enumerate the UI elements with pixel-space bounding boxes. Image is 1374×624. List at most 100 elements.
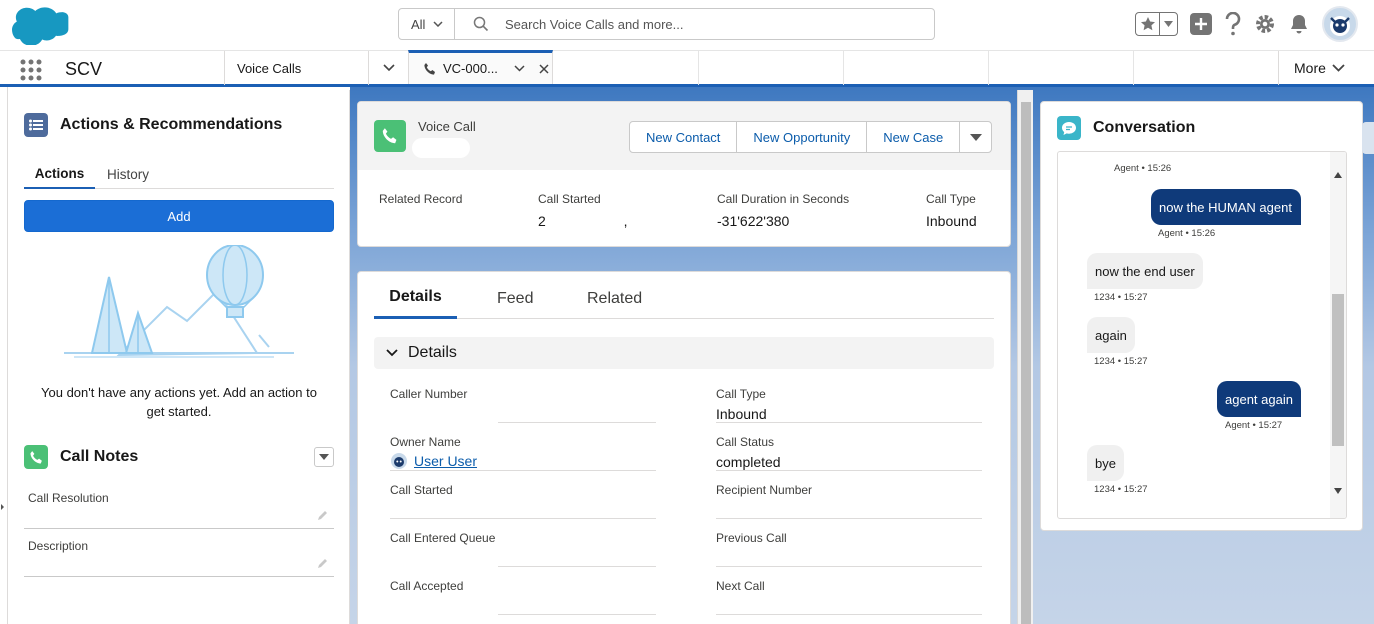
message-meta: 1234 • 15:27 xyxy=(1094,484,1148,495)
message-user: again xyxy=(1087,317,1135,353)
message-user: now the end user xyxy=(1087,253,1203,289)
more-tabs-button[interactable]: More xyxy=(1278,51,1374,85)
star-icon[interactable] xyxy=(1136,13,1160,35)
add-icon[interactable] xyxy=(1190,13,1212,35)
field-label: Call Status xyxy=(716,435,775,449)
field-label: Next Call xyxy=(716,579,765,593)
tab-voice-calls-menu[interactable] xyxy=(368,51,408,85)
chevron-down-icon[interactable] xyxy=(514,65,525,72)
salesforce-logo-icon[interactable] xyxy=(12,5,70,45)
search-icon xyxy=(473,16,489,32)
search-input[interactable] xyxy=(505,16,885,32)
call-notes-header: Call Notes xyxy=(24,445,334,469)
field-call-status: Call Status completed xyxy=(716,423,986,471)
scrollbar-thumb[interactable] xyxy=(1021,102,1031,624)
chevron-down-icon[interactable] xyxy=(1160,13,1177,35)
avatar[interactable] xyxy=(1322,6,1358,42)
tab-active-label: VC-000... xyxy=(443,61,498,76)
close-icon[interactable] xyxy=(539,63,549,74)
highlight-value: Inbound xyxy=(926,213,977,229)
user-avatar-icon xyxy=(391,453,407,469)
field-label: Owner Name xyxy=(390,435,461,449)
scroll-down-icon[interactable] xyxy=(1334,488,1342,494)
conversation-transcript[interactable]: Agent • 15:26 now the HUMAN agent Agent … xyxy=(1057,151,1347,519)
tab-related[interactable]: Related xyxy=(587,278,642,319)
message-agent: agent again xyxy=(1217,381,1301,417)
more-actions-button[interactable] xyxy=(960,122,991,152)
details-section-header[interactable]: Details xyxy=(374,337,994,369)
field-divider xyxy=(716,614,982,615)
record-details-card: Details Feed Related Details Caller Numb… xyxy=(357,271,1011,624)
field-value: completed xyxy=(716,454,781,470)
global-header: All xyxy=(0,0,1374,50)
app-launcher-icon[interactable] xyxy=(20,59,42,81)
astro-avatar-icon xyxy=(1330,16,1350,36)
add-action-button[interactable]: Add xyxy=(24,200,334,232)
highlight-call-duration: Call Duration in Seconds -31'622'380 xyxy=(717,192,849,231)
owner-link[interactable]: User User xyxy=(390,452,477,470)
field-call-started: Call Started xyxy=(390,471,660,519)
message-meta: Agent • 15:26 xyxy=(1114,163,1172,174)
description-label: Description xyxy=(28,539,89,553)
new-case-button[interactable]: New Case xyxy=(867,122,961,152)
actions-recommendations-icon xyxy=(24,113,48,137)
highlight-label: Related Record xyxy=(379,192,463,206)
transcript-scrollbar[interactable] xyxy=(1330,152,1346,518)
field-label: Previous Call xyxy=(716,531,787,545)
new-opportunity-button[interactable]: New Opportunity xyxy=(737,122,868,152)
scrollbar-thumb[interactable] xyxy=(1332,294,1344,446)
field-next-call: Next Call xyxy=(716,567,986,615)
call-resolution-field[interactable]: Call Resolution xyxy=(24,485,334,529)
new-contact-button[interactable]: New Contact xyxy=(630,122,738,152)
field-caller-number: Caller Number xyxy=(390,375,660,423)
left-panel: Actions & Recommendations Actions Histor… xyxy=(8,90,350,624)
field-value: Inbound xyxy=(716,406,767,422)
record-object-label: Voice Call xyxy=(418,119,476,134)
tab-history[interactable]: History xyxy=(107,159,149,189)
field-label: Recipient Number xyxy=(716,483,813,497)
scroll-up-icon[interactable] xyxy=(1334,172,1342,178)
field-call-entered-queue: Call Entered Queue xyxy=(390,519,660,567)
main-scrollbar[interactable] xyxy=(1017,90,1033,624)
record-tabs: Details Feed Related xyxy=(374,278,994,319)
call-notes-menu-button[interactable] xyxy=(314,447,334,467)
expand-panel-icon[interactable] xyxy=(0,502,6,512)
field-call-type: Call Type Inbound xyxy=(716,375,986,423)
field-divider xyxy=(498,614,656,615)
tab-actions[interactable]: Actions xyxy=(24,159,95,189)
pencil-icon[interactable] xyxy=(316,510,328,522)
actions-title: Actions & Recommendations xyxy=(60,116,283,133)
record-highlights-card: Voice Call New Contact New Opportunity N… xyxy=(357,101,1011,247)
message-user: bye xyxy=(1087,445,1124,481)
tab-voice-calls-label: Voice Calls xyxy=(237,60,302,76)
gear-icon[interactable] xyxy=(1254,13,1276,35)
call-notes-title: Call Notes xyxy=(60,448,139,465)
field-owner-name: Owner Name User User xyxy=(390,423,660,471)
side-panel-toggle[interactable] xyxy=(1362,122,1374,154)
tab-voice-call-record[interactable]: VC-000... xyxy=(408,50,553,84)
message-meta: 1234 • 15:27 xyxy=(1094,292,1148,303)
global-search[interactable]: All xyxy=(398,8,935,40)
highlight-call-started: Call Started 2 , xyxy=(538,192,627,231)
tab-separator xyxy=(988,51,989,85)
search-scope-dropdown[interactable]: All xyxy=(399,9,455,39)
tab-details[interactable]: Details xyxy=(374,278,457,319)
utility-rail xyxy=(0,87,8,624)
highlight-label: Call Duration in Seconds xyxy=(717,192,850,206)
help-icon[interactable] xyxy=(1224,12,1242,36)
chevron-down-icon xyxy=(1332,64,1345,72)
owner-name-link[interactable]: User User xyxy=(414,453,477,469)
chevron-down-icon xyxy=(433,21,443,27)
pencil-icon[interactable] xyxy=(316,558,328,570)
conversation-card: Conversation Agent • 15:26 now the HUMAN… xyxy=(1040,101,1363,531)
tab-voice-calls[interactable]: Voice Calls xyxy=(224,51,368,85)
description-field[interactable]: Description xyxy=(24,533,334,577)
empty-actions-message: You don't have any actions yet. Add an a… xyxy=(41,385,317,419)
field-previous-call: Previous Call xyxy=(716,519,986,567)
highlight-call-type: Call Type Inbound xyxy=(926,192,977,231)
bell-icon[interactable] xyxy=(1288,13,1310,35)
highlight-label: Call Type xyxy=(926,192,976,206)
favorites-button[interactable] xyxy=(1135,12,1178,36)
tab-feed[interactable]: Feed xyxy=(497,278,533,319)
chevron-down-icon xyxy=(386,349,398,357)
